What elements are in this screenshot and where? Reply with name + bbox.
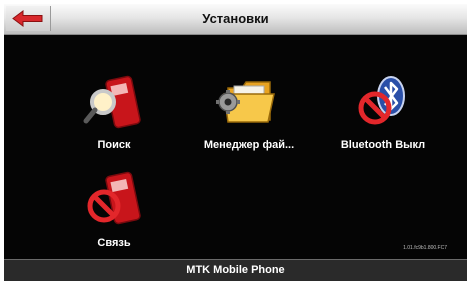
bluetooth-label: Bluetooth Выкл bbox=[340, 139, 426, 151]
file-manager-label: Менеджер фай... bbox=[203, 139, 295, 151]
device-name: MTK Mobile Phone bbox=[186, 264, 285, 276]
file-manager-tile[interactable]: Менеджер фай... bbox=[189, 72, 309, 162]
connection-label: Связь bbox=[97, 237, 131, 249]
status-bar: MTK Mobile Phone bbox=[4, 259, 467, 281]
settings-screen: Установки Поиск Менеджер фай... Bluetoot… bbox=[4, 4, 467, 281]
back-arrow-icon bbox=[12, 10, 43, 27]
connection-blocked-icon bbox=[54, 170, 174, 232]
back-button[interactable] bbox=[6, 6, 51, 31]
version-text: 1.01.fc9b1.800.FC7 bbox=[403, 245, 447, 251]
search-phone-icon bbox=[54, 72, 174, 134]
search-label: Поиск bbox=[97, 139, 131, 151]
bluetooth-tile[interactable]: Bluetooth Выкл bbox=[323, 72, 443, 162]
connection-tile[interactable]: Связь bbox=[54, 170, 174, 260]
page-title: Установки bbox=[202, 11, 269, 26]
bluetooth-off-icon bbox=[323, 72, 443, 134]
title-bar: Установки bbox=[4, 4, 467, 35]
folder-gear-icon bbox=[189, 72, 309, 134]
search-tile[interactable]: Поиск bbox=[54, 72, 174, 162]
